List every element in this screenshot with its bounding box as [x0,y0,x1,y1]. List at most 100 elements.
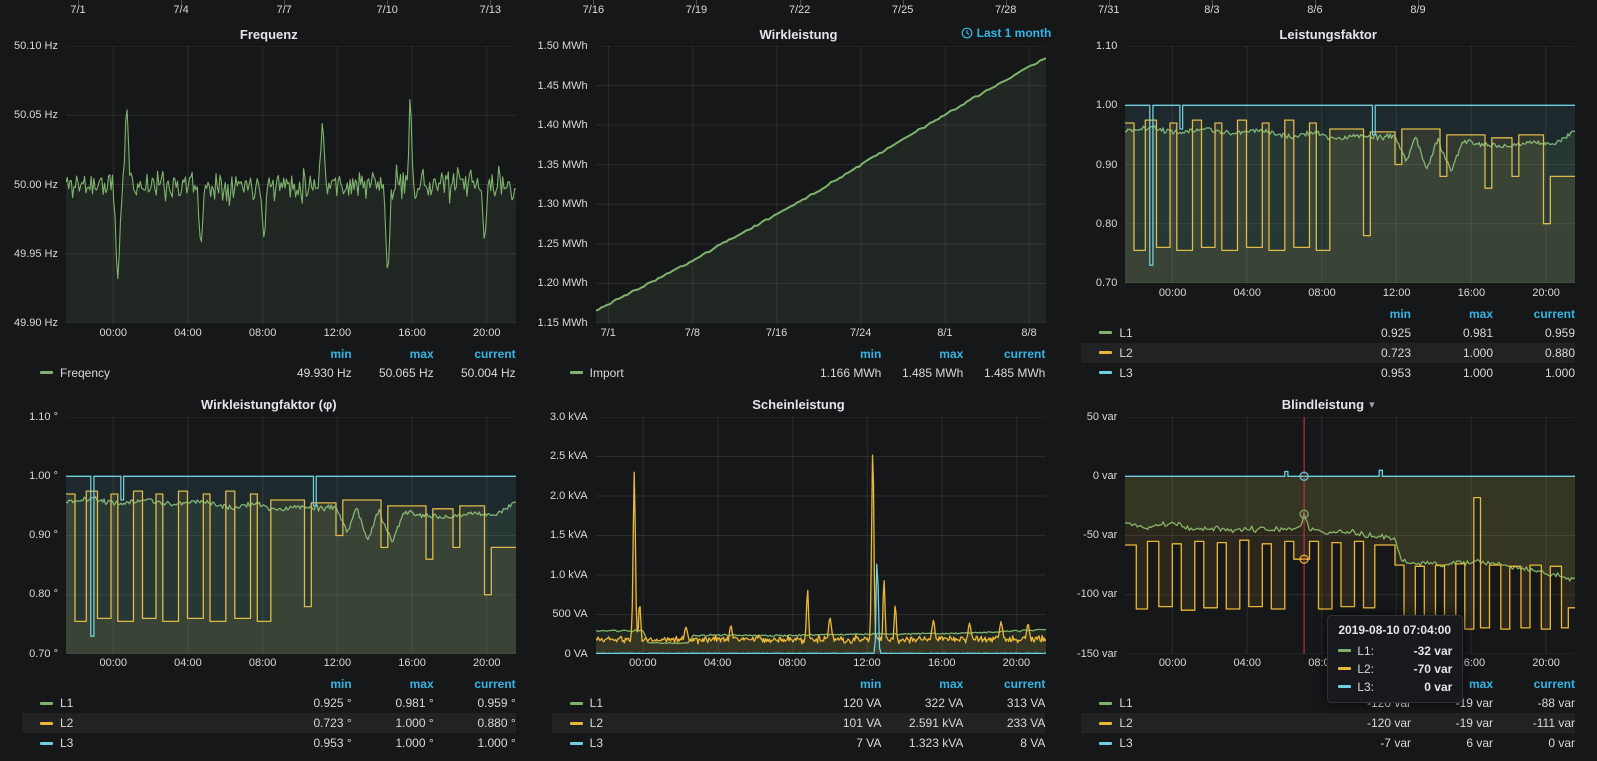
legend-value-max: 322 VA [881,696,963,710]
x-axis-label: 20:00 [473,327,501,339]
panel-title[interactable]: Scheinleistung [752,397,844,412]
legend-header-min[interactable]: min [799,347,881,361]
x-axis-label: 00:00 [99,657,127,669]
legend-header-current[interactable]: current [434,347,516,361]
panel-title[interactable]: Wirkleistung [760,27,838,42]
legend-header-current[interactable]: current [1493,307,1575,321]
legend-series-name[interactable]: L3 [1119,736,1132,750]
legend-header-min[interactable]: min [270,677,352,691]
y-axis-label: 2.5 kVA [550,450,588,462]
y-axis-label: 1.20 MWh [538,277,588,289]
plot-area[interactable] [596,46,1046,323]
legend-series-name[interactable]: L1 [590,696,603,710]
legend-header-min[interactable]: min [1329,307,1411,321]
chart-svg [596,417,1046,654]
tooltip-series-value: -32 var [1398,644,1453,658]
plot-area[interactable] [66,417,516,654]
legend-value-min: 0.723 [1329,346,1411,360]
tooltip-series-row: L2:-70 var [1338,660,1452,678]
chevron-down-icon[interactable]: ▾ [1369,398,1375,411]
legend-header-current[interactable]: current [963,677,1045,691]
x-axis-label: 7/16 [766,327,787,339]
legend-header-max[interactable]: max [352,347,434,361]
y-axis-label: 50.10 Hz [14,40,58,52]
tooltip-series-row: L1: -32 var [1338,642,1452,660]
y-axis-label: 0.90 [1096,159,1117,171]
legend-series-name[interactable]: Import [590,366,624,380]
plot-area[interactable] [1125,46,1575,283]
legend-header-min[interactable]: min [270,347,352,361]
x-axis-label: 04:00 [1234,287,1262,299]
legend-series-name[interactable]: L1 [60,696,73,710]
legend-header-max[interactable]: max [1411,307,1493,321]
legend-series-name[interactable]: L2 [1119,346,1132,360]
x-axis-label: 00:00 [629,657,657,669]
y-axis-label: 49.95 Hz [14,248,58,260]
legend-value-max: 1.000 [1411,346,1493,360]
timeline-tick-label: 8/9 [1410,4,1425,16]
legend-header-max[interactable]: max [881,677,963,691]
legend-value-max: 1.000 ° [352,716,434,730]
x-axis-label: 12:00 [853,657,881,669]
panel-title[interactable]: Blindleistung [1282,397,1364,412]
panel-title[interactable]: Frequenz [240,27,298,42]
y-axis-label: 1.45 MWh [538,80,588,92]
legend-row: L2-120 var-19 var-111 var [1081,713,1575,733]
legend-series-name[interactable]: Freqency [60,366,110,380]
legend-header-current[interactable]: current [434,677,516,691]
legend-series-name[interactable]: L2 [60,716,73,730]
panel-title[interactable]: Wirkleistungfaktor (φ) [201,397,337,412]
series-color-swatch [1338,667,1351,670]
y-axis: 1.101.000.900.800.70 [1069,46,1125,283]
legend-header-current[interactable]: current [963,347,1045,361]
legend-value-min: 1.166 MWh [799,366,881,380]
legend-series-name[interactable]: L3 [590,736,603,750]
legend-row: L10.9250.9810.959 [1081,323,1575,343]
y-axis-label: 1.00 [1096,99,1117,111]
legend-row: L37 VA1.323 kVA8 VA [552,733,1046,753]
legend-row: Freqency49.930 Hz50.065 Hz50.004 Hz [22,363,516,383]
plot-area[interactable] [66,46,516,323]
series-color-swatch [1099,742,1112,745]
y-axis: 50.10 Hz50.05 Hz50.00 Hz49.95 Hz49.90 Hz [10,46,66,323]
legend-series-name[interactable]: L1 [1119,696,1132,710]
x-axis-label: 8/8 [1021,327,1036,339]
y-axis: 50 var0 var-50 var-100 var-150 var [1069,417,1125,654]
chart-svg [596,46,1046,323]
timeline-tick-label: 7/16 [583,4,604,16]
panel-frequenz: Frequenz ▾ 50.10 Hz50.05 Hz50.00 Hz49.95… [10,22,528,385]
legend-series-name[interactable]: L3 [1119,366,1132,380]
plot-column: 00:0004:0008:0012:0016:0020:00 [1125,46,1575,303]
y-axis-label: 1.5 kVA [550,529,588,541]
chart-svg [66,46,516,323]
y-axis-label: 500 VA [552,608,587,620]
tooltip-series-label: L1: [1357,644,1374,658]
series-color-swatch [1099,702,1112,705]
y-axis-label: 0.70 [1096,277,1117,289]
legend-series-name[interactable]: L2 [1119,716,1132,730]
legend: minmaxcurrent L10.9250.9810.959 L2 0.7231.0… [1069,303,1587,385]
legend-series-name[interactable]: L2 [590,716,603,730]
time-range-badge[interactable]: Last 1 month [961,26,1052,40]
panel-title[interactable]: Leistungsfaktor [1279,27,1377,42]
clock-icon [961,27,973,39]
legend-value-max: 0.981 [1411,326,1493,340]
timeline-tick-label: 7/7 [276,4,291,16]
x-axis-label: 20:00 [473,657,501,669]
timeline-tick-label: 7/25 [892,4,913,16]
timeline-tick-label: 7/10 [377,4,398,16]
legend-header-min[interactable]: min [799,677,881,691]
legend-series-name[interactable]: L1 [1119,326,1132,340]
legend-series-name[interactable]: L3 [60,736,73,750]
legend-header-max[interactable]: max [881,347,963,361]
legend-header-current[interactable]: current [1493,677,1575,691]
plot-area[interactable] [596,417,1046,654]
legend-value-max: 0.981 ° [352,696,434,710]
legend-header-max[interactable]: max [352,677,434,691]
timeline-tick-label: 7/19 [686,4,707,16]
grafana-dashboard: 7/17/47/77/107/137/167/197/227/257/287/3… [0,0,1597,761]
x-axis: 00:0004:0008:0012:0016:0020:00 [1125,283,1575,303]
panel-scheinleistung: Scheinleistung ▾ 3.0 kVA2.5 kVA2.0 kVA1.… [540,393,1058,756]
timeline-tick-label: 7/13 [480,4,501,16]
legend-value-current: 0.880 [1493,346,1575,360]
